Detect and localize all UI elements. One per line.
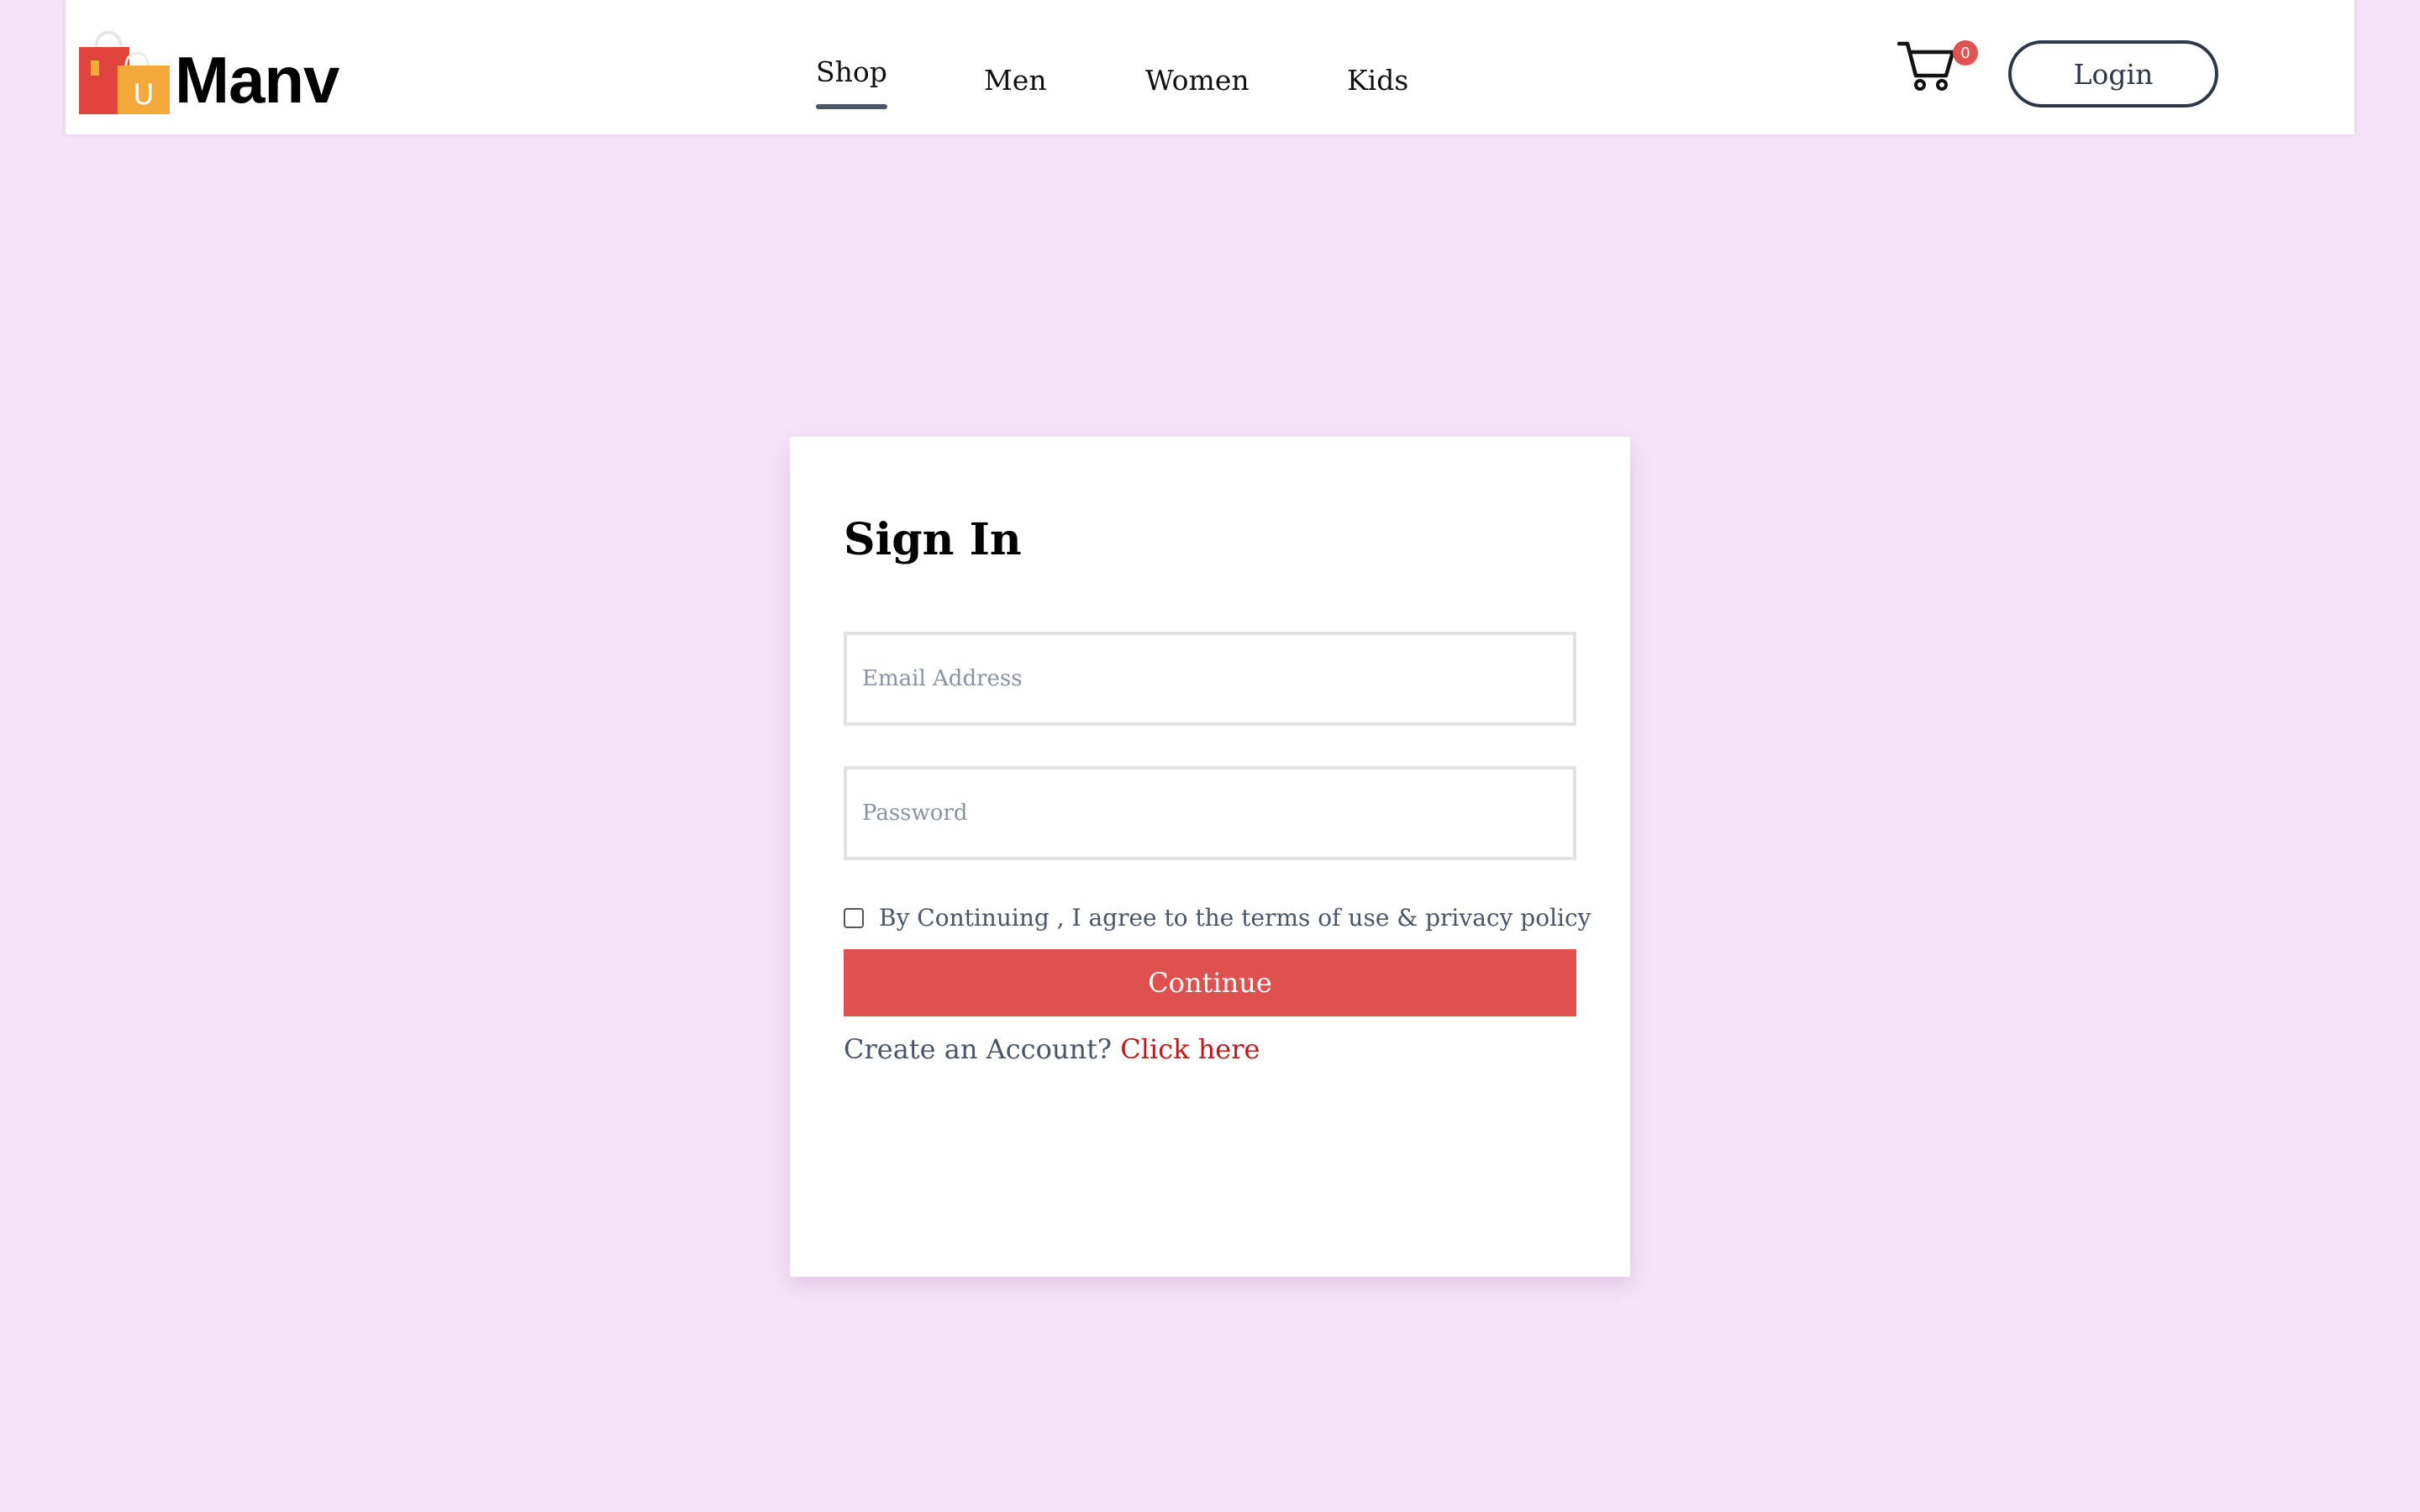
cart-count-badge: 0 <box>1953 40 1978 66</box>
signin-title: Sign In <box>844 514 1022 565</box>
password-field[interactable] <box>844 766 1576 860</box>
terms-agreement: By Continuing , I agree to the terms of … <box>844 904 1591 932</box>
brand-logo[interactable]: U Manv <box>77 24 339 114</box>
nav-item-women[interactable]: Women <box>1145 64 1249 97</box>
shopping-cart-icon <box>1897 41 1955 91</box>
signin-card: Sign In By Continuing , I agree to the t… <box>790 437 1630 1277</box>
terms-label: By Continuing , I agree to the terms of … <box>879 904 1591 932</box>
cart-button[interactable]: 0 <box>1897 39 1978 97</box>
create-account-link[interactable]: Click here <box>1120 1033 1260 1065</box>
logo-letter: U <box>134 78 155 112</box>
create-account-prompt: Create an Account? <box>844 1033 1113 1065</box>
nav-item-kids[interactable]: Kids <box>1347 64 1408 97</box>
brand-name: Manv <box>175 43 339 117</box>
continue-button[interactable]: Continue <box>844 949 1576 1016</box>
nav-item-men[interactable]: Men <box>984 64 1047 97</box>
top-navbar: U Manv Shop Men Women Kids 0 Login <box>66 0 2354 134</box>
nav-item-shop[interactable]: Shop <box>816 55 887 109</box>
shopping-bag-logo-icon: U <box>77 24 171 114</box>
create-account-row: Create an Account? Click here <box>844 1033 1260 1065</box>
nav-item-label: Shop <box>816 55 887 88</box>
terms-checkbox[interactable] <box>844 907 864 928</box>
nav-item-label: Kids <box>1347 64 1409 97</box>
nav-item-label: Men <box>984 64 1047 97</box>
nav-item-label: Women <box>1145 64 1249 97</box>
login-button[interactable]: Login <box>2008 40 2218 108</box>
email-field[interactable] <box>844 632 1576 726</box>
active-nav-indicator <box>816 104 887 109</box>
